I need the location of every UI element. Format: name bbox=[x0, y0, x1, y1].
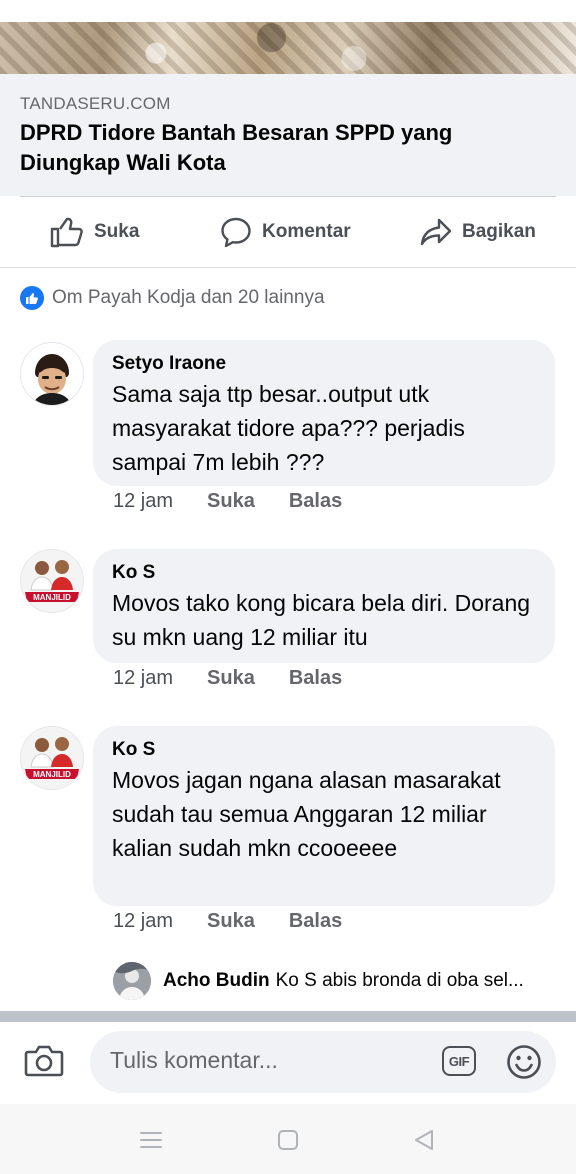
comment-like-link[interactable]: Suka bbox=[207, 910, 255, 933]
reactions-text: Om Payah Kodja dan 20 lainnya bbox=[52, 287, 325, 308]
camera-icon[interactable] bbox=[24, 1042, 64, 1083]
comment-time: 12 jam bbox=[113, 910, 174, 932]
commenter-name[interactable]: Ko S bbox=[112, 560, 535, 586]
separator-band bbox=[0, 1011, 576, 1022]
comment-time: 12 jam bbox=[113, 667, 174, 689]
profile-photo bbox=[113, 962, 151, 1000]
comment-label: Komentar bbox=[262, 221, 351, 242]
comment-input-placeholder: Tulis komentar... bbox=[110, 1047, 278, 1073]
comment-text: Movos tako kong bicara bela diri. Dorang… bbox=[112, 590, 531, 650]
comment-meta: 12 jam Suka Balas bbox=[113, 667, 342, 690]
avatar[interactable]: MANJILID bbox=[20, 549, 84, 613]
comment-button[interactable]: Komentar bbox=[220, 197, 351, 267]
gif-icon[interactable]: GIF bbox=[442, 1046, 476, 1076]
like-label: Suka bbox=[94, 221, 140, 242]
thumbs-up-icon bbox=[50, 216, 84, 248]
link-title[interactable]: DPRD Tidore Bantah Besaran SPPD yang Diu… bbox=[20, 118, 540, 178]
campaign-photo-avatar: MANJILID bbox=[21, 550, 83, 612]
comment-reply-link[interactable]: Balas bbox=[289, 667, 342, 690]
like-reaction-icon bbox=[20, 286, 44, 310]
cartoon-avatar-icon bbox=[21, 343, 83, 405]
reactions-summary[interactable]: Om Payah Kodja dan 20 lainnya bbox=[20, 286, 325, 310]
commenter-name[interactable]: Setyo Iraone bbox=[112, 351, 535, 377]
comment-bubble[interactable]: Ko S Movos jagan ngana alasan masarakat … bbox=[93, 726, 555, 906]
avatar[interactable]: MANJILID bbox=[20, 726, 84, 790]
campaign-photo-avatar: MANJILID bbox=[21, 727, 83, 789]
menu-icon[interactable] bbox=[140, 1130, 162, 1155]
commenter-name[interactable]: Ko S bbox=[112, 737, 535, 763]
comment-time: 12 jam bbox=[113, 490, 174, 512]
comment-text: Sama saja ttp besar..output utk masyarak… bbox=[112, 381, 465, 475]
system-navigation-bar bbox=[0, 1104, 576, 1174]
status-area bbox=[0, 0, 576, 22]
comment-bubble[interactable]: Setyo Iraone Sama saja ttp besar..output… bbox=[93, 340, 555, 486]
avatar-banner-text: MANJILID bbox=[33, 770, 71, 779]
divider bbox=[0, 267, 576, 268]
avatar[interactable] bbox=[113, 962, 151, 1000]
smiley-icon[interactable] bbox=[506, 1044, 542, 1085]
home-square-icon[interactable] bbox=[277, 1129, 299, 1156]
comment-meta: 12 jam Suka Balas bbox=[113, 910, 342, 933]
comment-bubble[interactable]: Ko S Movos tako kong bicara bela diri. D… bbox=[93, 549, 555, 663]
share-arrow-icon bbox=[420, 217, 452, 247]
reply-text: Ko S abis bronda di oba sel... bbox=[275, 970, 524, 991]
comment-like-link[interactable]: Suka bbox=[207, 667, 255, 690]
comment-input[interactable]: Tulis komentar... bbox=[90, 1031, 556, 1093]
back-triangle-icon[interactable] bbox=[413, 1128, 435, 1157]
comment-reply-link[interactable]: Balas bbox=[289, 490, 342, 513]
reply-author[interactable]: Acho Budin bbox=[163, 970, 270, 992]
reply-preview[interactable]: Acho Budin Ko S abis bronda di oba sel..… bbox=[113, 962, 524, 1000]
avatar-banner-text: MANJILID bbox=[33, 593, 71, 602]
post-actions-bar: Suka Komentar Bagikan bbox=[0, 197, 576, 267]
share-label: Bagikan bbox=[462, 221, 536, 242]
comment-like-link[interactable]: Suka bbox=[207, 490, 255, 513]
comment-text: Movos jagan ngana alasan masarakat sudah… bbox=[112, 767, 501, 861]
comment-reply-link[interactable]: Balas bbox=[289, 910, 342, 933]
comment-meta: 12 jam Suka Balas bbox=[113, 490, 342, 513]
share-button[interactable]: Bagikan bbox=[420, 197, 536, 267]
link-domain: TANDASERU.COM bbox=[20, 94, 171, 113]
link-preview-image[interactable] bbox=[0, 22, 576, 74]
like-button[interactable]: Suka bbox=[50, 197, 139, 267]
avatar[interactable] bbox=[20, 342, 84, 406]
image-detail bbox=[90, 22, 420, 74]
speech-bubble-icon bbox=[220, 216, 252, 248]
